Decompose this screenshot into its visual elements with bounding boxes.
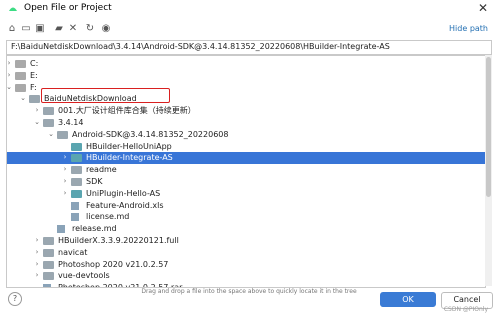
folder-icon (57, 130, 68, 139)
tree-row[interactable]: Feature-Android.xls (7, 200, 485, 212)
drive-icon (15, 71, 26, 80)
folder-icon (43, 248, 54, 257)
desktop-icon[interactable]: ▭ (20, 23, 32, 35)
tree-row-label: HBuilder-HelloUniApp (86, 141, 172, 151)
help-button[interactable]: ? (8, 292, 22, 306)
tree-row-label: release.md (72, 224, 117, 234)
tree-row[interactable]: › HBuilder-Integrate-AS (7, 152, 485, 165)
file-icon (71, 201, 79, 210)
title-bar: Open File or Project ✕ (0, 0, 498, 18)
drive-icon (15, 60, 26, 68)
chevron-right-icon[interactable]: › (61, 152, 69, 163)
chevron-right-icon[interactable]: › (7, 70, 13, 81)
tree-row-label: navicat (58, 247, 88, 257)
folder-icon (43, 260, 54, 269)
tree-row[interactable]: › Photoshop 2020 v21.0.2.57 (7, 259, 485, 271)
tree-row-label: E: (30, 70, 38, 80)
tree-row[interactable]: › C: (7, 58, 485, 70)
project-icon[interactable]: ▣ (34, 23, 46, 35)
tree-row-label: readme (86, 165, 117, 175)
tree-row-label: 3.4.14 (58, 118, 84, 127)
tree-row[interactable]: ⌄ 3.4.14 (7, 117, 485, 129)
tree-row[interactable]: HBuilder-HelloUniApp (7, 141, 485, 153)
tree-row-label: UniPlugin-Hello-AS (86, 188, 161, 198)
refresh-icon[interactable]: ↻ (84, 23, 96, 35)
scrollbar-thumb[interactable] (486, 57, 491, 197)
tree-row-label: SDK (86, 177, 103, 186)
watermark: CSDN @PIOnly (443, 306, 488, 313)
chevron-right-icon[interactable]: › (61, 164, 69, 175)
folder-icon (43, 119, 54, 127)
tree-row[interactable]: › readme (7, 164, 485, 176)
tree-row-label: Android-SDK@3.4.14.81352_20220608 (72, 129, 229, 139)
tree-row-label: vue-devtools (58, 271, 110, 281)
android-folder-icon (71, 189, 82, 198)
tree-row[interactable]: › HBuilderX.3.3.9.20220121.full (7, 235, 485, 247)
toolbar: ⌂ ▭ ▣ ▰ ✕ ↻ ◉ Hide path (0, 21, 498, 39)
show-hidden-icon[interactable]: ◉ (100, 23, 112, 35)
chevron-right-icon[interactable]: › (33, 259, 41, 270)
file-icon (57, 225, 65, 234)
path-value: F:\BaiduNetdiskDownload\3.4.14\Android-S… (11, 42, 390, 51)
folder-icon (43, 107, 54, 116)
folder-icon (71, 178, 82, 186)
android-folder-icon (71, 142, 82, 151)
ok-button[interactable]: OK (380, 292, 436, 307)
folder-icon (43, 237, 54, 245)
chevron-right-icon[interactable]: › (7, 58, 13, 69)
chevron-right-icon[interactable]: › (61, 188, 69, 199)
tree-row-label: 001.大厂设计组件库合集（持续更新） (58, 106, 196, 116)
chevron-right-icon[interactable]: › (33, 247, 41, 258)
chevron-right-icon[interactable]: › (33, 235, 41, 246)
folder-icon (29, 95, 40, 104)
tree-row-label: HBuilder-Integrate-AS (86, 153, 173, 163)
delete-icon[interactable]: ✕ (67, 23, 79, 35)
chevron-down-icon[interactable]: ⌄ (19, 93, 27, 104)
tree-row-label: license.md (86, 212, 130, 222)
chevron-right-icon[interactable]: › (33, 270, 41, 281)
tree-row-label: F: (30, 82, 37, 92)
new-folder-icon[interactable]: ▰ (53, 23, 65, 35)
chevron-right-icon[interactable]: › (61, 176, 69, 187)
chevron-down-icon[interactable]: ⌄ (47, 129, 55, 140)
android-studio-icon (9, 7, 17, 11)
chevron-down-icon[interactable]: ⌄ (33, 117, 41, 128)
tree-row[interactable]: › navicat (7, 247, 485, 259)
tree-row[interactable]: release.md (7, 223, 485, 235)
chevron-right-icon[interactable]: › (33, 105, 41, 116)
window-title: Open File or Project (24, 3, 112, 13)
home-icon[interactable]: ⌂ (6, 23, 18, 35)
hide-path-link[interactable]: Hide path (449, 24, 488, 33)
tree-row[interactable]: ⌄ Android-SDK@3.4.14.81352_20220608 (7, 129, 485, 141)
tree-row-label: HBuilderX.3.3.9.20220121.full (58, 236, 179, 245)
tree-row[interactable]: › UniPlugin-Hello-AS (7, 188, 485, 200)
tree-row-label: Feature-Android.xls (86, 200, 164, 210)
tree-row[interactable]: › vue-devtools (7, 270, 485, 282)
folder-icon (43, 272, 54, 281)
tree-row[interactable]: license.md (7, 211, 485, 223)
drive-icon (15, 83, 26, 92)
highlight-annotation (41, 88, 170, 103)
tree-row-label: C: (30, 59, 39, 68)
android-folder-icon (71, 154, 82, 163)
tree-row[interactable]: › E: (7, 70, 485, 82)
path-field[interactable]: F:\BaiduNetdiskDownload\3.4.14\Android-S… (6, 40, 492, 55)
close-icon[interactable]: ✕ (478, 1, 488, 15)
tree-row[interactable]: › 001.大厂设计组件库合集（持续更新） (7, 105, 485, 117)
tree-row-label: Photoshop 2020 v21.0.2.57 (58, 259, 169, 269)
tree-scrollbar[interactable] (485, 55, 492, 286)
tree-row[interactable]: › SDK (7, 176, 485, 188)
chevron-down-icon[interactable]: ⌄ (7, 82, 13, 93)
folder-icon (71, 166, 82, 175)
file-icon (71, 213, 79, 222)
